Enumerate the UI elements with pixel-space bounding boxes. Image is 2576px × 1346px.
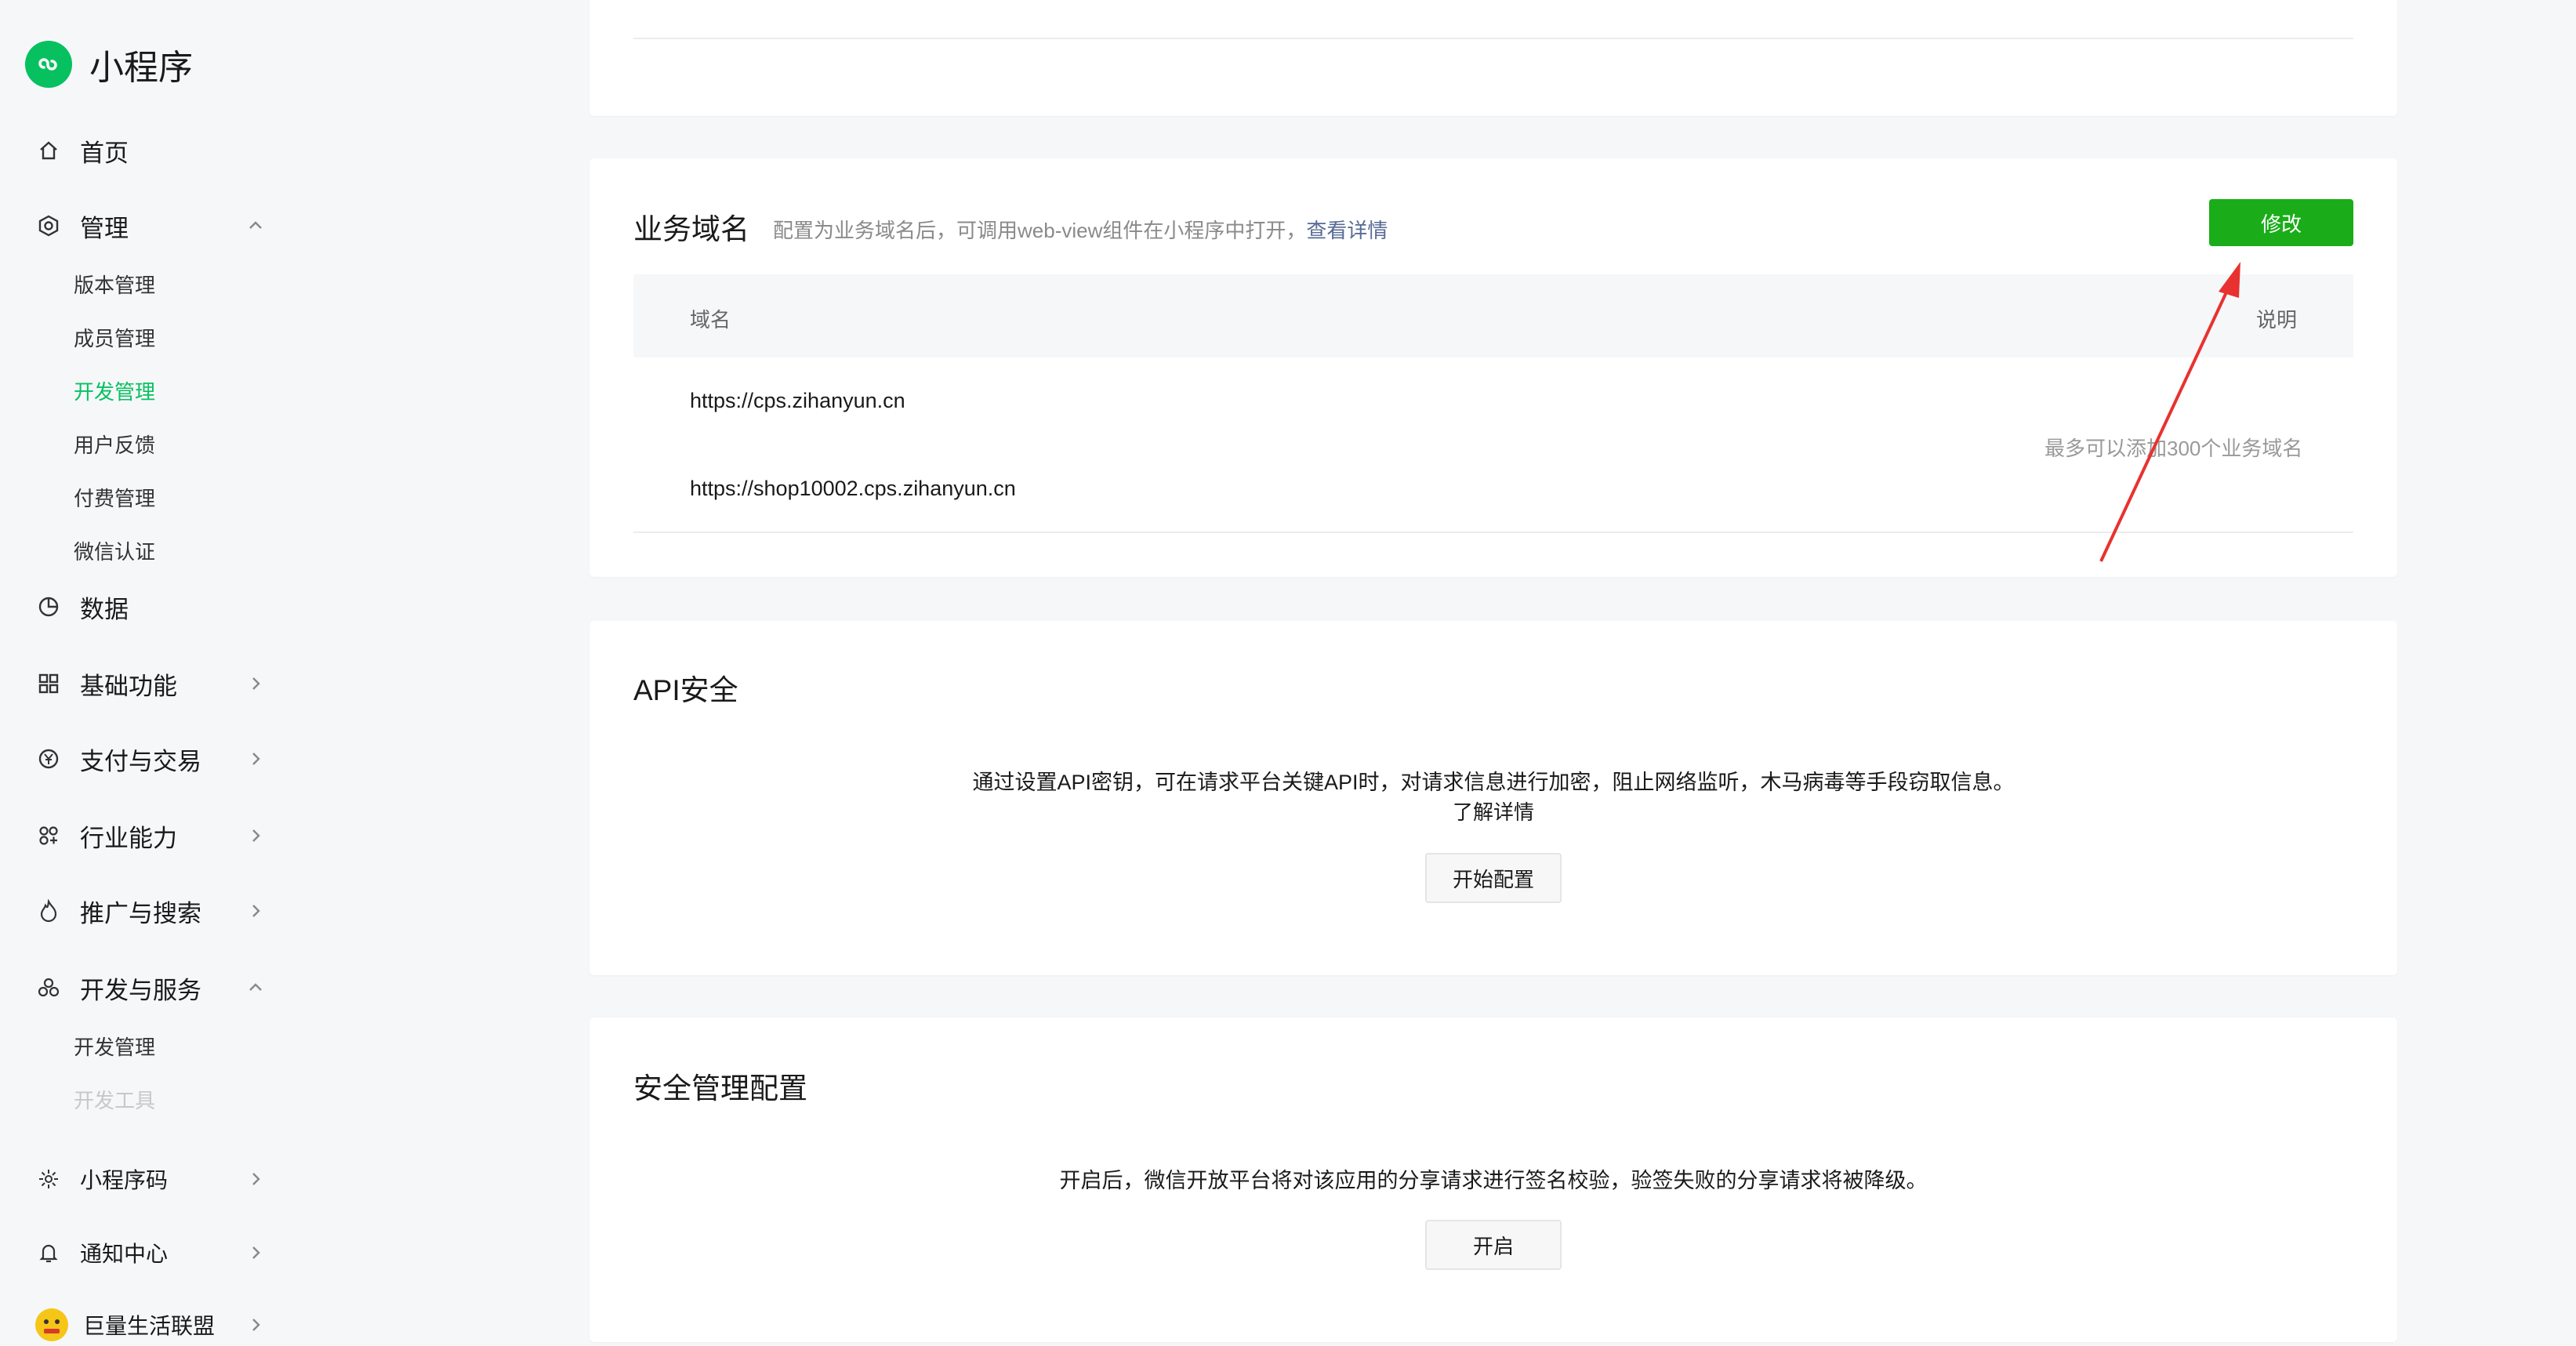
sidebar-item-dev-manage[interactable]: 开发管理: [74, 376, 155, 405]
avatar-icon: [34, 1308, 69, 1342]
nav-label: 基础功能: [80, 672, 177, 700]
nav-label: 数据: [80, 595, 129, 623]
chevron-right-icon[interactable]: [241, 822, 270, 850]
nav-label: 行业能力: [80, 824, 177, 852]
domain-limit-note: 最多可以添加300个业务域名: [2044, 437, 2303, 460]
gear-icon: [34, 212, 63, 240]
start-config-button[interactable]: 开始配置: [1425, 853, 1562, 903]
divider: [633, 532, 2353, 533]
app-title: 小程序: [89, 49, 193, 87]
business-domain-card: 业务域名 配置为业务域名后，可调用web-view组件在小程序中打开，查看详情 …: [590, 158, 2397, 577]
pie-chart-icon: [34, 593, 63, 621]
sidebar-item-feedback[interactable]: 用户反馈: [74, 430, 155, 459]
column-domain: 域名: [690, 308, 731, 332]
nav-label: 支付与交易: [80, 747, 201, 775]
sidebar: 小程序 首页 管理 版本管理 成员管理 开发管理 用户反馈 付费管理 微信认证 …: [0, 0, 560, 1346]
chevron-right-icon[interactable]: [241, 897, 270, 925]
industry-icon: [34, 822, 63, 850]
nav-label: 开发与服务: [80, 976, 201, 1004]
mini-program-logo-icon: [25, 41, 72, 88]
learn-more-link: 了解详情: [590, 796, 2397, 825]
grid-icon: [34, 669, 63, 698]
sidebar-item-members[interactable]: 成员管理: [74, 323, 155, 352]
nav-label: 巨量生活联盟: [83, 1314, 216, 1338]
nav-manage[interactable]: 管理: [34, 202, 270, 249]
nav-mini-program-code[interactable]: 小程序码: [34, 1156, 270, 1203]
nav-notification-center[interactable]: 通知中心: [34, 1229, 270, 1276]
table-row-domain: https://shop10002.cps.zihanyun.cn: [690, 477, 1016, 500]
table-row-domain: https://cps.zihanyun.cn: [690, 389, 905, 412]
column-note: 说明: [2255, 308, 2297, 332]
edit-button[interactable]: 修改: [2209, 199, 2353, 246]
view-details-link[interactable]: 查看详情: [1306, 219, 1388, 242]
bell-icon: [34, 1239, 63, 1267]
chevron-up-icon[interactable]: [241, 974, 270, 1002]
brand[interactable]: 小程序: [25, 39, 193, 89]
dns-domain-card: [590, 0, 2397, 116]
nav-label: 首页: [80, 139, 129, 167]
api-security-desc: 通过设置API密钥，可在请求平台关键API时，对请求信息进行加密，阻止网络监听，…: [972, 771, 2015, 794]
nav-label: 管理: [80, 214, 129, 242]
nav-dev-service[interactable]: 开发与服务: [34, 964, 270, 1011]
security-config-card: 安全管理配置 开启后，微信开放平台将对该应用的分享请求进行签名校验，验签失败的分…: [590, 1018, 2397, 1342]
nav-label: 通知中心: [80, 1242, 169, 1266]
security-config-desc: 开启后，微信开放平台将对该应用的分享请求进行签名校验，验签失败的分享请求将被降级…: [1059, 1169, 1928, 1192]
api-security-title: API安全: [633, 674, 738, 706]
nav-industry[interactable]: 行业能力: [34, 812, 270, 859]
chevron-right-icon[interactable]: [241, 669, 270, 698]
sidebar-item-wechat-verify[interactable]: 微信认证: [74, 536, 155, 565]
nav-label: 小程序码: [80, 1168, 169, 1192]
chevron-right-icon[interactable]: [241, 1165, 270, 1193]
chevron-up-icon[interactable]: [241, 212, 270, 240]
enable-button[interactable]: 开启: [1425, 1220, 1562, 1270]
sidebar-item-payment[interactable]: 付费管理: [74, 483, 155, 512]
nav-basic-features[interactable]: 基础功能: [34, 660, 270, 707]
chevron-right-icon[interactable]: [241, 1311, 270, 1339]
yen-icon: [34, 745, 63, 773]
home-icon: [34, 136, 63, 165]
sun-icon: [34, 1165, 63, 1193]
chevron-right-icon[interactable]: [241, 745, 270, 773]
sidebar-item-dev-tools[interactable]: 开发工具: [74, 1085, 155, 1114]
business-domain-desc-text: 配置为业务域名后，可调用web-view组件在小程序中打开，: [773, 219, 1307, 242]
security-config-title: 安全管理配置: [633, 1072, 807, 1105]
chevron-right-icon[interactable]: [241, 1239, 270, 1267]
nav-data[interactable]: 数据: [34, 583, 270, 630]
sidebar-item-dev-manage-2[interactable]: 开发管理: [74, 1032, 155, 1061]
api-security-card: API安全 通过设置API密钥，可在请求平台关键API时，对请求信息进行加密，阻…: [590, 621, 2397, 975]
business-domain-desc: 配置为业务域名后，可调用web-view组件在小程序中打开，查看详情: [773, 215, 1388, 244]
divider: [633, 38, 2353, 39]
domain-table-header: 域名 说明: [633, 274, 2353, 357]
nav-promotion-search[interactable]: 推广与搜索: [34, 887, 270, 934]
nav-payment-trade[interactable]: 支付与交易: [34, 735, 270, 782]
sidebar-item-version[interactable]: 版本管理: [74, 270, 155, 299]
nav-life-alliance[interactable]: 巨量生活联盟: [34, 1301, 270, 1346]
cluster-icon: [34, 974, 63, 1002]
business-domain-title: 业务域名: [633, 213, 749, 245]
nav-label: 推广与搜索: [80, 899, 201, 927]
nav-home[interactable]: 首页: [34, 127, 270, 174]
learn-more-link-text[interactable]: 了解详情: [1453, 800, 1534, 824]
flame-icon: [34, 897, 63, 925]
